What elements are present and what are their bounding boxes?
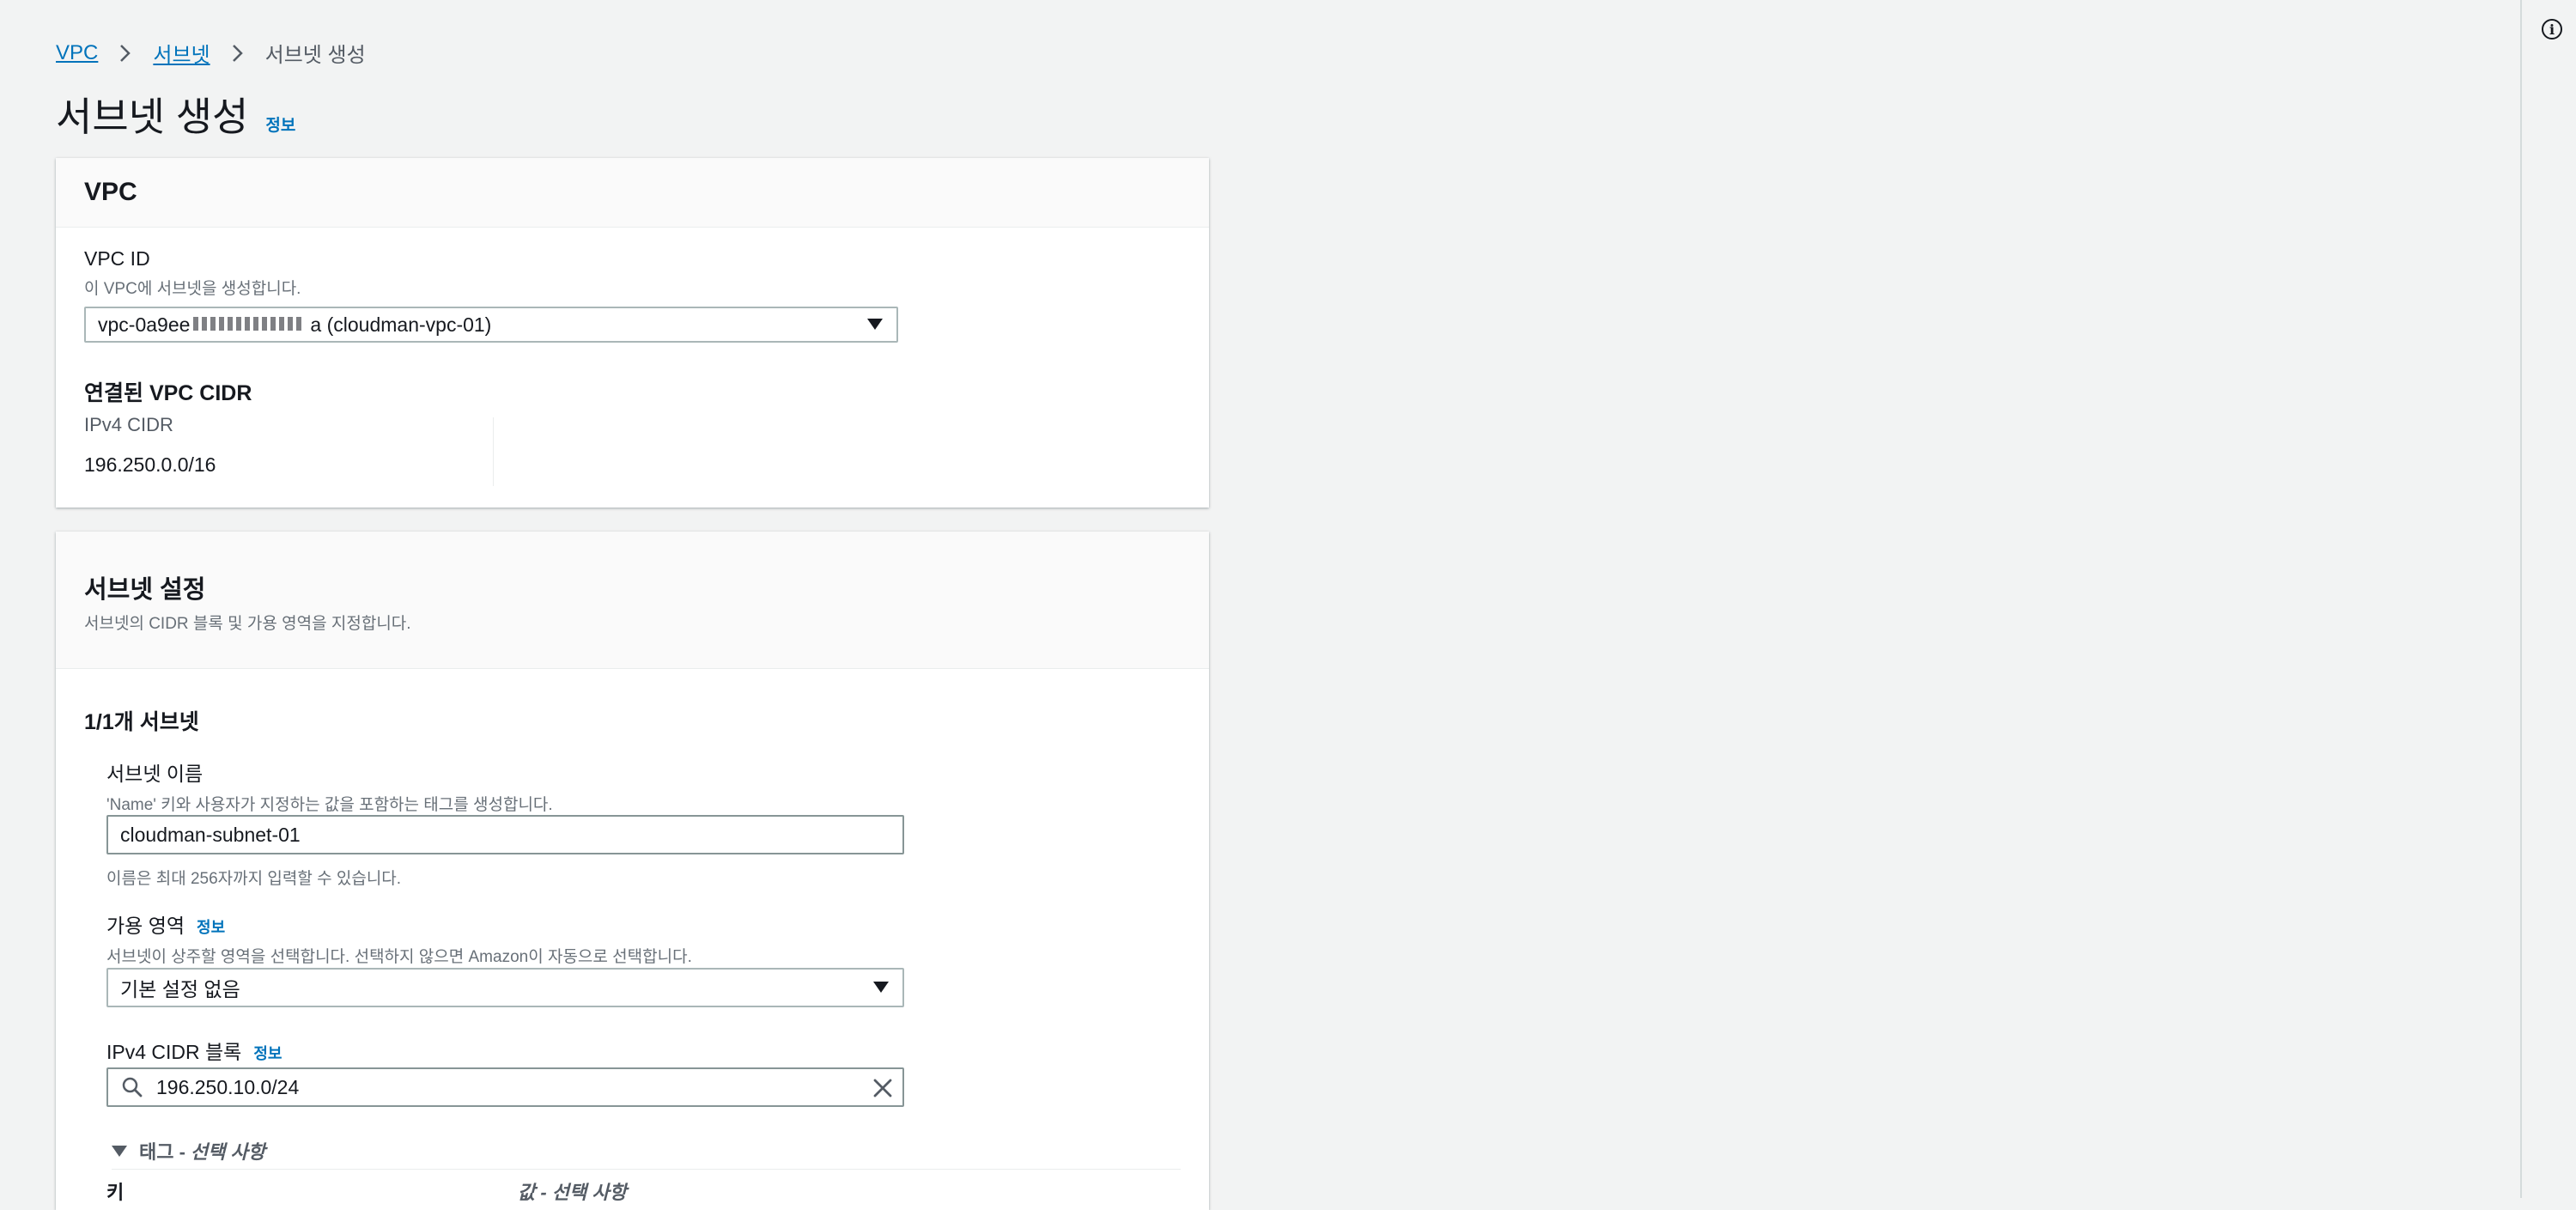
tags-optional-label: 선택 사항: [190, 1141, 265, 1163]
vpc-panel-title: VPC: [84, 178, 137, 206]
redacted-text: [190, 315, 311, 334]
info-icon[interactable]: i: [2542, 19, 2562, 40]
tags-toggle[interactable]: 태그 - 선택 사항: [112, 1137, 265, 1164]
subnet-panel-description: 서브넷의 CIDR 블록 및 가용 영역을 지정합니다.: [84, 615, 411, 633]
subnet-settings-panel: 서브넷 설정 서브넷의 CIDR 블록 및 가용 영역을 지정합니다. 1/1개…: [56, 532, 1209, 1210]
page-title: 서브넷 생성: [56, 94, 249, 139]
ipv4-cidr-block-field: IPv4 CIDR 블록 정보: [106, 1036, 282, 1065]
vpc-id-select[interactable]: vpc-0a9ee a (cloudman-vpc-01): [84, 307, 898, 343]
tag-key-column-header: 키: [106, 1182, 125, 1203]
subnet-name-field: 서브넷 이름 'Name' 키와 사용자가 지정하는 값을 포함하는 태그를 생…: [106, 757, 553, 815]
chevron-right-icon: [110, 43, 141, 64]
subnet-panel-title: 서브넷 설정: [84, 576, 206, 604]
breadcrumb-link-subnets[interactable]: 서브넷: [153, 38, 210, 68]
info-link[interactable]: 정보: [265, 112, 295, 136]
subnet-count-heading: 1/1개 서브넷: [84, 710, 199, 734]
chevron-right-icon: [222, 43, 253, 64]
ipv4-cidr-item: IPv4 CIDR 196.250.0.0/16: [84, 414, 216, 477]
subnet-name-label: 서브넷 이름: [106, 763, 204, 785]
availability-zone-description: 서브넷이 상주할 영역을 선택합니다. 선택하지 않으면 Amazon이 자동으…: [106, 948, 692, 966]
associated-cidr-title: 연결된 VPC CIDR: [84, 381, 252, 405]
right-tools-rail: i: [2520, 0, 2576, 1198]
page-header: 서브넷 생성 정보: [56, 86, 295, 143]
subnet-name-hint: 이름은 최대 256자까지 입력할 수 있습니다.: [106, 870, 402, 888]
caret-down-icon: [867, 319, 883, 330]
ipv4-cidr-block-info-link[interactable]: 정보: [253, 1042, 282, 1064]
vpc-id-select-value-suffix: a (cloudman-vpc-01): [310, 313, 492, 336]
vpc-id-select-value-prefix: vpc-0a9ee: [98, 313, 191, 336]
tag-value-column-header: 값 - 선택 사항: [518, 1182, 627, 1203]
ipv4-cidr-label: IPv4 CIDR: [84, 414, 173, 435]
ipv4-cidr-block-label: IPv4 CIDR 블록: [106, 1041, 242, 1063]
vpc-id-label: VPC ID: [84, 247, 150, 270]
subnet-name-input[interactable]: cloudman-subnet-01: [106, 815, 904, 854]
breadcrumb-current: 서브넷 생성: [264, 44, 366, 67]
ipv4-cidr-block-value: 196.250.10.0/24: [156, 1075, 300, 1098]
tags-label: 태그 -: [139, 1141, 185, 1163]
availability-zone-field: 가용 영역 정보 서브넷이 상주할 영역을 선택합니다. 선택하지 않으면 Am…: [106, 909, 692, 967]
ipv4-cidr-block-input[interactable]: 196.250.10.0/24: [106, 1067, 904, 1107]
divider: [112, 1169, 1181, 1170]
vpc-id-description: 이 VPC에 서브넷을 생성합니다.: [84, 280, 301, 298]
availability-zone-select-value: 기본 설정 없음: [120, 978, 240, 1000]
vpc-id-field: VPC ID 이 VPC에 서브넷을 생성합니다.: [84, 247, 301, 299]
breadcrumb: VPC 서브넷 서브넷 생성: [56, 38, 366, 68]
search-icon: [108, 1076, 156, 1098]
caret-down-icon: [873, 982, 889, 993]
column-divider: [493, 417, 494, 486]
availability-zone-select[interactable]: 기본 설정 없음: [106, 968, 904, 1007]
vpc-panel: VPC VPC ID 이 VPC에 서브넷을 생성합니다. vpc-0a9ee …: [56, 158, 1209, 508]
breadcrumb-link-vpc[interactable]: VPC: [56, 41, 98, 65]
close-icon[interactable]: [872, 1077, 894, 1104]
subnet-panel-header: 서브넷 설정 서브넷의 CIDR 블록 및 가용 영역을 지정합니다.: [56, 532, 1209, 669]
caret-down-icon: [112, 1145, 127, 1157]
availability-zone-info-link[interactable]: 정보: [197, 915, 225, 938]
vpc-panel-header: VPC: [56, 158, 1209, 228]
availability-zone-label: 가용 영역: [106, 915, 185, 937]
subnet-name-description: 'Name' 키와 사용자가 지정하는 값을 포함하는 태그를 생성합니다.: [106, 796, 553, 814]
ipv4-cidr-value: 196.250.0.0/16: [84, 453, 216, 476]
